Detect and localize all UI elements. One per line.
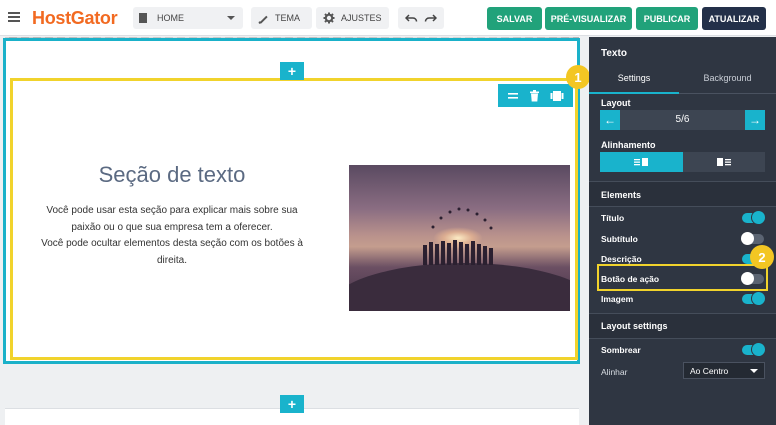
arrow-left-icon[interactable]: ←: [600, 110, 620, 130]
align-text-left-option[interactable]: [600, 152, 683, 172]
alignment-label: Alinhamento: [601, 140, 656, 150]
page-select[interactable]: HOME: [133, 7, 243, 29]
image-left-text-right-icon: [716, 158, 731, 166]
layout-label: Layout: [601, 98, 631, 108]
preview-button[interactable]: PRÉ-VISUALIZAR: [545, 7, 632, 30]
hostgator-logo[interactable]: HostGator: [32, 8, 118, 29]
redo-icon[interactable]: [424, 13, 437, 23]
layout-stepper: ← 5/6 →: [600, 110, 765, 130]
theme-button-label: TEMA: [275, 13, 301, 23]
toggle-shadow[interactable]: [742, 343, 765, 356]
layout-value: 5/6: [675, 114, 690, 125]
active-tab-indicator: [589, 92, 679, 94]
divider: [589, 206, 776, 207]
element-label-description: Descrição: [601, 254, 642, 264]
add-section-below-button[interactable]: +: [280, 395, 304, 413]
divider: [589, 338, 776, 339]
description-line: direita.: [156, 254, 187, 266]
toggle-subtitle[interactable]: [741, 232, 764, 245]
save-button[interactable]: SALVAR: [487, 7, 542, 30]
add-section-above-button[interactable]: +: [280, 62, 304, 80]
element-label-title: Título: [601, 213, 625, 223]
description-line: Você pode usar esta seção para explicar …: [46, 205, 298, 216]
panel-title: Texto: [601, 48, 627, 59]
settings-button[interactable]: AJUSTES: [316, 7, 389, 29]
layout-icon[interactable]: [550, 90, 564, 102]
undo-redo-group: [398, 7, 444, 29]
align-label: Alinhar: [601, 367, 628, 377]
element-label-subtitle: Subtítulo: [601, 234, 638, 244]
toggle-title[interactable]: [742, 211, 765, 224]
chevron-down-icon: [227, 16, 235, 20]
update-button[interactable]: ATUALIZAR: [702, 7, 766, 30]
action-button-highlight: [597, 264, 768, 291]
tab-divider: [679, 93, 776, 94]
drag-handle-icon[interactable]: [507, 91, 519, 101]
brush-icon: [258, 15, 268, 24]
description-line: paixão ou o que sua empresa tem a oferec…: [71, 221, 273, 233]
align-select[interactable]: Ao Centro: [683, 362, 765, 379]
tab-background[interactable]: Background: [679, 73, 776, 91]
align-select-value: Ao Centro: [690, 365, 729, 376]
menu-icon[interactable]: [8, 12, 20, 22]
trash-icon[interactable]: [529, 89, 540, 102]
section-title[interactable]: Seção de texto: [22, 162, 322, 188]
section-description[interactable]: Você pode usar esta seção para explicar …: [22, 203, 322, 269]
tab-settings[interactable]: Settings: [589, 73, 679, 91]
chevron-down-icon: [750, 369, 758, 373]
layout-settings-header: Layout settings: [601, 321, 668, 331]
alignment-toggle: [600, 152, 765, 172]
step-badge-1: 1: [566, 65, 590, 89]
settings-button-label: AJUSTES: [341, 13, 382, 23]
elements-header: Elements: [601, 190, 642, 200]
text-left-image-right-icon: [634, 158, 649, 166]
align-text-right-option[interactable]: [682, 152, 765, 172]
step-badge-2: 2: [750, 245, 774, 269]
people-silhouette-icon: [423, 207, 493, 265]
page-icon: [139, 13, 147, 23]
description-line: Você pode ocultar elementos desta seção …: [41, 238, 303, 249]
element-label-image: Imagem: [601, 294, 634, 304]
undo-icon[interactable]: [405, 13, 418, 23]
gear-icon: [323, 12, 335, 24]
arrow-right-icon[interactable]: →: [745, 110, 765, 130]
shadow-label: Sombrear: [601, 345, 641, 355]
section-toolbar: [498, 84, 573, 107]
toggle-image[interactable]: [742, 292, 765, 305]
page-select-value: HOME: [157, 13, 184, 23]
section-image[interactable]: [349, 165, 570, 311]
theme-button[interactable]: TEMA: [251, 7, 312, 29]
top-bar: HostGator HOME TEMA AJUSTES SALVAR PRÉ-V…: [0, 0, 776, 36]
publish-button[interactable]: PUBLICAR: [636, 7, 698, 30]
